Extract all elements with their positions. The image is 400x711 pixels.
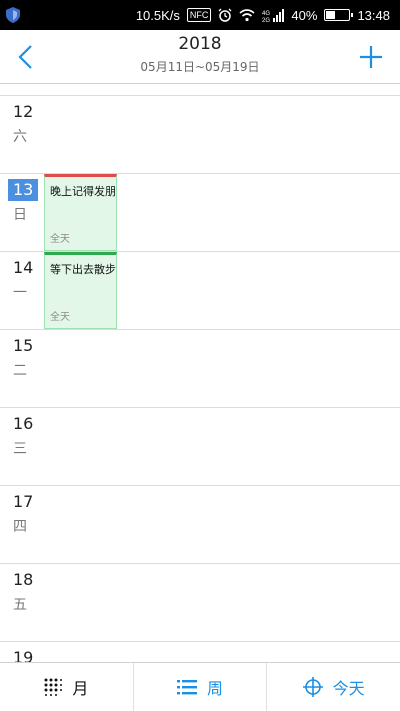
week-list[interactable]: 12 六 13 日 晚上记得发朋 全天 14 一 等下出去散步 全天 15 二 … xyxy=(0,84,400,662)
day-weekday: 四 xyxy=(13,519,27,535)
header: 2018 05月11日~05月19日 xyxy=(0,30,400,84)
event-allday-label: 全天 xyxy=(50,234,70,245)
event-title: 晚上记得发朋 xyxy=(50,185,116,198)
status-bar: 10.5K/s NFC 4G 2G 40% 13:48 xyxy=(0,0,400,30)
alarm-icon xyxy=(218,8,232,22)
day-number: 16 xyxy=(13,414,34,433)
svg-text:2G: 2G xyxy=(262,18,270,22)
day-number: 17 xyxy=(13,492,34,511)
event-allday-label: 全天 xyxy=(50,312,70,323)
day-number-today: 13 xyxy=(8,179,38,201)
list-top-divider xyxy=(0,84,400,96)
nfc-icon: NFC xyxy=(186,8,212,22)
shield-icon xyxy=(6,7,20,23)
day-weekday: 五 xyxy=(13,597,27,613)
add-event-button[interactable] xyxy=(354,40,388,74)
day-row[interactable]: 17 四 xyxy=(0,486,400,564)
header-date-range: 05月11日~05月19日 xyxy=(140,60,260,74)
svg-text:4G: 4G xyxy=(262,11,270,17)
day-row[interactable]: 13 日 晚上记得发朋 全天 xyxy=(0,174,400,252)
day-number: 15 xyxy=(13,336,34,355)
clock: 13:48 xyxy=(357,7,390,23)
day-weekday: 二 xyxy=(13,363,27,379)
day-row[interactable]: 18 五 xyxy=(0,564,400,642)
day-number: 19 xyxy=(13,648,34,662)
tab-month-label: 月 xyxy=(72,679,89,698)
day-row[interactable]: 15 二 xyxy=(0,330,400,408)
tab-today-label: 今天 xyxy=(332,679,365,698)
list-icon xyxy=(177,679,197,695)
day-row[interactable]: 19 xyxy=(0,642,400,662)
day-weekday: 六 xyxy=(13,129,27,145)
day-row[interactable]: 16 三 xyxy=(0,408,400,486)
day-number: 18 xyxy=(13,570,34,589)
tab-week[interactable]: 周 xyxy=(134,663,268,711)
tab-month[interactable]: 月 xyxy=(0,663,134,711)
network-speed: 10.5K/s xyxy=(135,7,180,23)
day-weekday: 一 xyxy=(13,285,27,301)
event-title: 等下出去散步 xyxy=(50,263,116,276)
day-weekday: 三 xyxy=(13,441,27,457)
wifi-icon xyxy=(239,8,255,22)
day-row[interactable]: 12 六 xyxy=(0,96,400,174)
cellular-signal-icon: 4G 2G xyxy=(262,8,285,22)
event-card[interactable]: 晚上记得发朋 全天 xyxy=(44,174,117,251)
crosshair-icon xyxy=(302,677,323,697)
bottom-tab-bar: 月 周 今天 xyxy=(0,662,400,711)
month-grid-icon xyxy=(44,678,63,696)
day-weekday: 日 xyxy=(13,207,27,223)
plus-icon xyxy=(360,46,382,68)
tab-week-label: 周 xyxy=(207,679,224,698)
day-row[interactable]: 14 一 等下出去散步 全天 xyxy=(0,252,400,330)
battery-percent: 40% xyxy=(291,7,318,23)
event-card[interactable]: 等下出去散步 全天 xyxy=(44,252,117,329)
tab-today[interactable]: 今天 xyxy=(267,663,400,711)
header-year: 2018 xyxy=(178,34,222,54)
day-number: 12 xyxy=(13,102,34,121)
battery-icon xyxy=(324,9,354,21)
day-number: 14 xyxy=(13,258,34,277)
